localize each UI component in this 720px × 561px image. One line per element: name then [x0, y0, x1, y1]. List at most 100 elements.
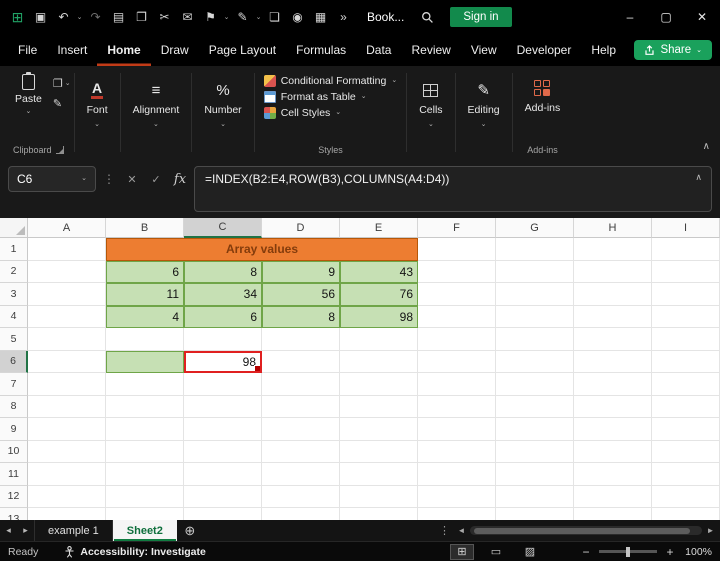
cell-I13[interactable] [652, 508, 720, 520]
tab-formulas[interactable]: Formulas [286, 34, 356, 66]
zoom-out-button[interactable]: − [580, 545, 592, 559]
cell-C4[interactable]: 6 [184, 305, 262, 328]
cell-C3[interactable]: 34 [184, 283, 262, 306]
name-box[interactable]: C6 ⌄ [8, 166, 96, 192]
cell-E4[interactable]: 98 [340, 305, 418, 328]
cell-C6[interactable]: 98 [184, 350, 262, 373]
cell-C12[interactable] [184, 485, 262, 508]
cell-G2[interactable] [496, 260, 574, 283]
tab-help[interactable]: Help [581, 34, 626, 66]
cell-E3[interactable]: 76 [340, 283, 418, 306]
pen-dropdown-icon[interactable]: ⌄ [254, 13, 263, 21]
scroll-right-icon[interactable]: ► [705, 526, 716, 535]
sheet-nav-right-icon[interactable]: ▸ [17, 520, 34, 541]
column-header-F[interactable]: F [418, 218, 496, 238]
column-header-B[interactable]: B [106, 218, 184, 238]
cell-I6[interactable] [652, 350, 720, 373]
cell-E9[interactable] [340, 418, 418, 441]
page-break-view-button[interactable]: ▨ [518, 544, 542, 560]
cell-B2[interactable]: 6 [106, 260, 184, 283]
cell-B3[interactable]: 11 [106, 283, 184, 306]
sheet-tab-sheet2[interactable]: Sheet2 [112, 520, 177, 541]
cell-C13[interactable] [184, 508, 262, 520]
editing-dropdown-icon[interactable]: ⌄ [481, 121, 487, 129]
cell-E5[interactable] [340, 328, 418, 351]
cell-C2[interactable]: 8 [184, 260, 262, 283]
tab-bar-options-icon[interactable]: ⋮ [433, 520, 456, 541]
cell-A9[interactable] [28, 418, 106, 441]
cell-G9[interactable] [496, 418, 574, 441]
format-painter-button[interactable]: ✎ [53, 97, 71, 110]
cell-C9[interactable] [184, 418, 262, 441]
undo-icon[interactable]: ↶ [52, 5, 75, 29]
cell-I10[interactable] [652, 440, 720, 463]
cell-E8[interactable] [340, 395, 418, 418]
row-header-4[interactable]: 4 [0, 305, 28, 328]
cell-H7[interactable] [574, 373, 652, 396]
cell-F10[interactable] [418, 440, 496, 463]
cell-B11[interactable] [106, 463, 184, 486]
cell-E10[interactable] [340, 440, 418, 463]
cell-D2[interactable]: 9 [262, 260, 340, 283]
cell-H11[interactable] [574, 463, 652, 486]
cell-F9[interactable] [418, 418, 496, 441]
merged-cell-B1[interactable]: Array values [106, 238, 418, 261]
cells-dropdown-icon[interactable]: ⌄ [428, 121, 434, 129]
cell-C10[interactable] [184, 440, 262, 463]
cell-A2[interactable] [28, 260, 106, 283]
column-header-G[interactable]: G [496, 218, 574, 238]
cell-I7[interactable] [652, 373, 720, 396]
name-box-dropdown-icon[interactable]: ⌄ [81, 175, 87, 183]
cell-D9[interactable] [262, 418, 340, 441]
formula-bar-expand-icon[interactable]: ∧ [695, 172, 702, 183]
row-header-7[interactable]: 7 [0, 373, 28, 396]
cell-G1[interactable] [496, 238, 574, 261]
cell-F3[interactable] [418, 283, 496, 306]
row-header-5[interactable]: 5 [0, 328, 28, 351]
copy-dropdown-icon[interactable]: ⌄ [65, 80, 71, 88]
column-header-I[interactable]: I [652, 218, 720, 238]
search-icon[interactable] [414, 5, 440, 29]
flag-icon[interactable]: ⚑ [199, 5, 222, 29]
cell-H1[interactable] [574, 238, 652, 261]
minimize-button[interactable]: – [612, 0, 648, 34]
column-header-D[interactable]: D [262, 218, 340, 238]
table-icon[interactable]: ▦ [309, 5, 332, 29]
accessibility-status[interactable]: Accessibility: Investigate [64, 546, 206, 558]
paste-dropdown-icon[interactable]: ⌄ [25, 108, 31, 116]
enter-entry-button[interactable]: ✓ [146, 166, 166, 192]
number-group[interactable]: % Number ⌄ [195, 71, 250, 160]
cell-H12[interactable] [574, 485, 652, 508]
tab-page-layout[interactable]: Page Layout [199, 34, 286, 66]
cell-F12[interactable] [418, 485, 496, 508]
cell-H5[interactable] [574, 328, 652, 351]
tab-file[interactable]: File [8, 34, 47, 66]
new-sheet-button[interactable]: ⊕ [177, 520, 203, 541]
number-dropdown-icon[interactable]: ⌄ [220, 121, 226, 129]
zoom-slider[interactable] [599, 546, 657, 557]
cell-E12[interactable] [340, 485, 418, 508]
sign-in-button[interactable]: Sign in [450, 7, 512, 27]
tab-review[interactable]: Review [401, 34, 460, 66]
cell-styles-dropdown-icon[interactable]: ⌄ [335, 109, 341, 117]
cell-D13[interactable] [262, 508, 340, 520]
cell-H6[interactable] [574, 350, 652, 373]
row-header-1[interactable]: 1 [0, 238, 28, 261]
cell-E2[interactable]: 43 [340, 260, 418, 283]
cell-A1[interactable] [28, 238, 106, 261]
cell-C5[interactable] [184, 328, 262, 351]
cell-A4[interactable] [28, 305, 106, 328]
cell-F4[interactable] [418, 305, 496, 328]
cell-E7[interactable] [340, 373, 418, 396]
row-header-12[interactable]: 12 [0, 485, 28, 508]
cell-G4[interactable] [496, 305, 574, 328]
tab-insert[interactable]: Insert [47, 34, 97, 66]
row-header-8[interactable]: 8 [0, 395, 28, 418]
cell-D11[interactable] [262, 463, 340, 486]
sheet-tab-example-1[interactable]: example 1 [34, 520, 113, 541]
cell-I4[interactable] [652, 305, 720, 328]
cell-B5[interactable] [106, 328, 184, 351]
cells-group[interactable]: Cells ⌄ [410, 71, 451, 160]
scroll-left-icon[interactable]: ◄ [456, 526, 467, 535]
cell-I1[interactable] [652, 238, 720, 261]
